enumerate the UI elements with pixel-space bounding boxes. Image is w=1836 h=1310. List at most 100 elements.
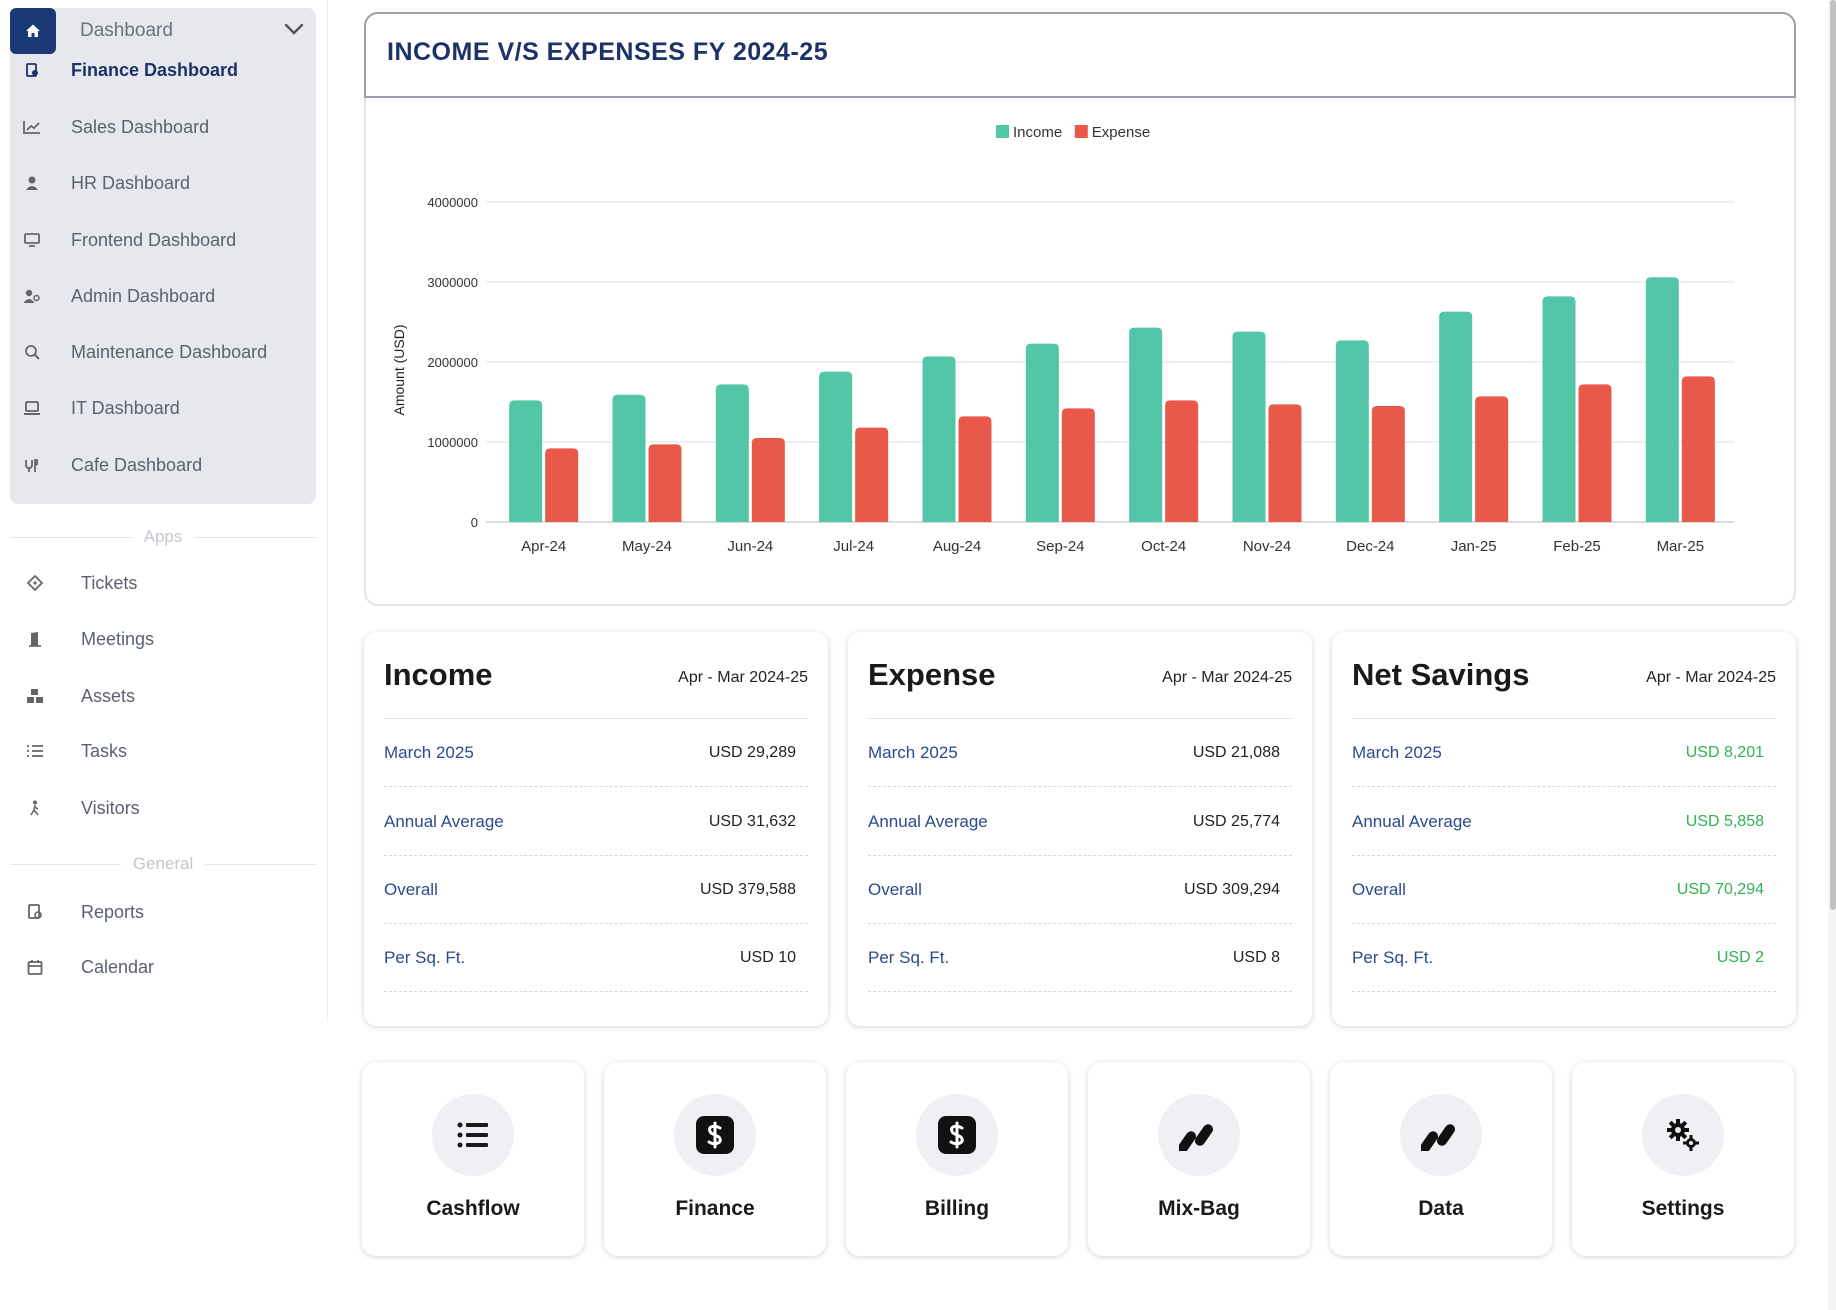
dollar-icon: [916, 1094, 998, 1176]
chevron-down-icon[interactable]: [284, 22, 304, 40]
legend-label: Expense: [1092, 124, 1150, 141]
sidebar-item-label: Finance Dashboard: [71, 59, 239, 80]
net-savings-stat-card: Net Savings Apr - Mar 2024-25 March 2025…: [1332, 632, 1796, 1026]
sidebar-item-reports[interactable]: Reports: [10, 892, 316, 932]
capsules-icon: [1400, 1094, 1482, 1176]
search-doc-icon: [12, 344, 52, 360]
expense-bar: [958, 416, 992, 522]
stat-row-label: Per Sq. Ft.: [384, 947, 466, 967]
expense-bar: [545, 448, 579, 522]
sidebar-item-assets[interactable]: Assets: [10, 676, 316, 716]
x-tick-label: Apr-24: [521, 538, 566, 555]
stat-row: Per Sq. Ft. USD 8: [868, 924, 1292, 992]
tile-label: Billing: [924, 1197, 990, 1220]
dashboard-menu-header[interactable]: Dashboard: [10, 8, 316, 54]
stat-row: Annual Average USD 31,632: [384, 788, 808, 856]
y-tick-label: 1000000: [427, 435, 478, 450]
expense-bar: [1165, 400, 1199, 522]
income-bar: [1645, 277, 1679, 522]
dashboard-menu-group: Dashboard Finance Dashboard Sales Dashbo…: [10, 8, 316, 504]
income-bar: [922, 356, 956, 522]
sidebar-item-admin-dashboard[interactable]: Admin Dashboard: [10, 276, 316, 316]
stat-row: March 2025 USD 21,088: [868, 719, 1292, 787]
stat-row-value: USD 379,588: [699, 880, 796, 898]
x-tick-label: Feb-25: [1553, 538, 1601, 555]
tile-data[interactable]: Data: [1330, 1062, 1552, 1256]
sidebar-item-finance-dashboard[interactable]: Finance Dashboard: [10, 50, 316, 90]
x-tick-label: Jan-25: [1451, 538, 1497, 555]
tile-label: Mix-Bag: [1158, 1197, 1240, 1220]
sidebar-item-label: IT Dashboard: [71, 397, 180, 418]
stat-row-value: USD 31,632: [708, 812, 796, 830]
sidebar-item-cafe-dashboard[interactable]: Cafe Dashboard: [10, 445, 316, 485]
report-icon: [12, 904, 58, 920]
ticket-icon: [12, 575, 58, 591]
sidebar-item-label: HR Dashboard: [71, 172, 191, 193]
monitor-icon: [12, 233, 52, 247]
stat-row-label: March 2025: [868, 742, 958, 762]
sidebar-item-hr-dashboard[interactable]: HR Dashboard: [10, 163, 316, 203]
expense-bar: [1475, 396, 1509, 522]
x-tick-label: Jun-24: [727, 538, 773, 555]
expense-bar: [1578, 384, 1612, 522]
stat-row: Overall USD 379,588: [384, 856, 808, 924]
tile-cashflow[interactable]: Cashflow: [362, 1062, 584, 1256]
stat-row: Per Sq. Ft. USD 10: [384, 924, 808, 992]
income-bar: [1232, 331, 1266, 522]
tile-finance[interactable]: Finance: [604, 1062, 826, 1256]
income-bar: [1439, 311, 1473, 522]
legend-swatch: [996, 125, 1009, 138]
income-expense-chart-card: INCOME V/S EXPENSES FY 2024-25 0 1000000 2…: [364, 12, 1796, 606]
list-icon: [432, 1094, 514, 1176]
home-icon[interactable]: [10, 8, 56, 54]
income-bar: [612, 394, 646, 522]
y-tick-label: 0: [471, 515, 478, 530]
stat-row-value: USD 70,294: [1676, 880, 1764, 898]
stat-card-period: Apr - Mar 2024-25: [678, 669, 808, 686]
stat-row: Annual Average USD 25,774: [868, 788, 1292, 856]
stat-row-label: Overall: [384, 879, 438, 899]
tile-billing[interactable]: Billing: [846, 1062, 1068, 1256]
x-tick-label: Aug-24: [933, 538, 981, 555]
tile-mix-bag[interactable]: Mix-Bag: [1088, 1062, 1310, 1256]
tile-settings[interactable]: Settings: [1572, 1062, 1794, 1256]
income-bar: [1129, 327, 1163, 522]
stat-card-title: Expense: [868, 657, 996, 692]
users-icon: [12, 288, 52, 304]
sidebar-item-frontend-dashboard[interactable]: Frontend Dashboard: [10, 220, 316, 260]
walker-icon: [12, 800, 58, 816]
sidebar: Dashboard Finance Dashboard Sales Dashbo…: [0, 0, 328, 1022]
stat-row-label: March 2025: [1352, 742, 1442, 762]
sidebar-item-label: Tickets: [81, 572, 138, 593]
expense-bar: [648, 444, 682, 522]
finance-icon: [12, 62, 52, 78]
stat-row-label: Annual Average: [1352, 811, 1472, 831]
y-axis-label: Amount (USD): [391, 324, 407, 415]
stat-row-value: USD 10: [739, 948, 796, 966]
sidebar-item-maintenance-dashboard[interactable]: Maintenance Dashboard: [10, 332, 316, 372]
income-bar: [509, 400, 543, 522]
legend-swatch: [1074, 125, 1088, 138]
sidebar-item-label: Reports: [81, 901, 145, 922]
x-tick-label: Sep-24: [1036, 538, 1084, 555]
x-tick-label: Jul-24: [833, 538, 874, 555]
sidebar-item-calendar[interactable]: Calendar: [10, 947, 316, 987]
x-tick-label: Dec-24: [1346, 538, 1394, 555]
sidebar-item-label: Maintenance Dashboard: [71, 341, 268, 362]
stat-row: Overall USD 309,294: [868, 856, 1292, 924]
sidebar-item-label: Frontend Dashboard: [71, 229, 237, 250]
capsules-icon: [1158, 1094, 1240, 1176]
x-tick-label: Mar-25: [1657, 538, 1705, 555]
expense-bar: [751, 438, 785, 522]
x-tick-label: May-24: [622, 538, 672, 555]
sidebar-item-tickets[interactable]: Tickets: [10, 563, 316, 603]
sidebar-item-meetings[interactable]: Meetings: [10, 619, 316, 659]
sidebar-item-visitors[interactable]: Visitors: [10, 788, 316, 828]
stat-row-label: Annual Average: [868, 811, 988, 831]
sidebar-item-sales-dashboard[interactable]: Sales Dashboard: [10, 107, 316, 147]
sidebar-item-tasks[interactable]: Tasks: [10, 731, 316, 771]
tile-label: Cashflow: [426, 1197, 520, 1220]
sidebar-item-it-dashboard[interactable]: IT Dashboard: [10, 388, 316, 428]
scrollbar-thumb[interactable]: [1830, 0, 1836, 910]
dollar-icon: [674, 1094, 756, 1176]
